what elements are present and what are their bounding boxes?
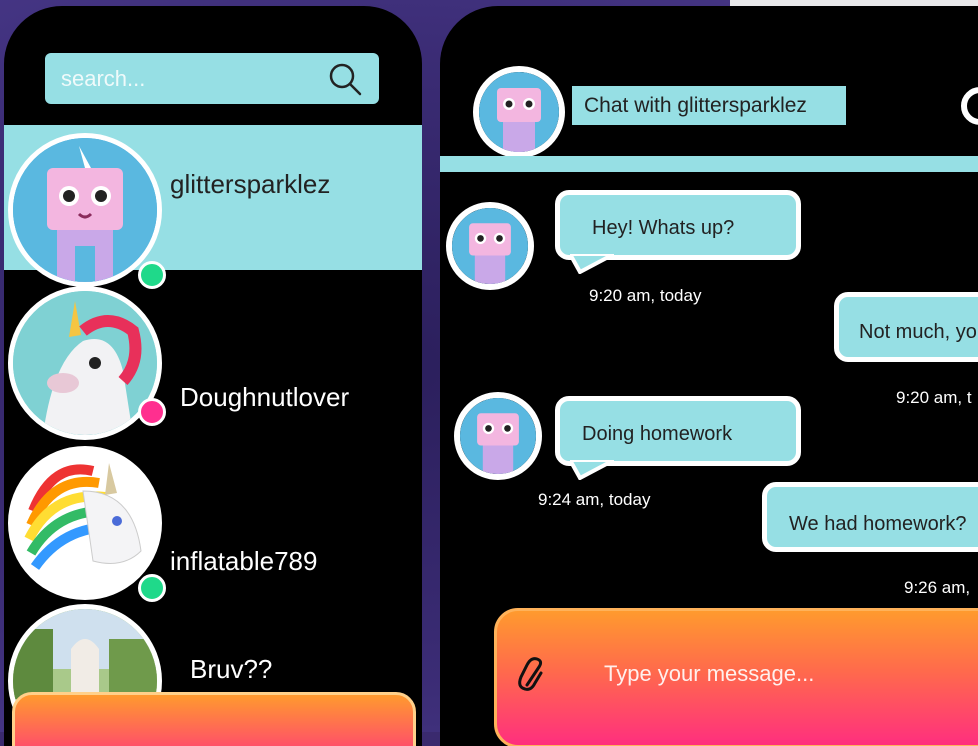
bubble-tail — [570, 254, 614, 274]
message-text: Not much, yo — [859, 321, 977, 343]
header-divider — [440, 156, 978, 172]
attachment-icon[interactable] — [517, 655, 551, 695]
message-avatar — [454, 392, 542, 480]
bubble-tail — [570, 460, 614, 480]
contact-name: Doughnutlover — [180, 382, 350, 412]
contact-name: inflatable789 — [170, 546, 318, 576]
message-bubble-received: Doing homework — [555, 396, 801, 466]
away-status-dot — [138, 398, 166, 426]
message-avatar — [446, 202, 534, 290]
chat-title: Chat with glittersparklez — [572, 86, 846, 125]
message-composer[interactable] — [494, 608, 978, 746]
message-time: 9:24 am, today — [538, 490, 651, 509]
search-input[interactable] — [59, 63, 303, 95]
message-time: 9:26 am, — [904, 578, 971, 597]
rainbow-unicorn-avatar — [8, 446, 162, 600]
message-time: 9:20 am, today — [589, 286, 702, 305]
chat-partner-avatar[interactable] — [473, 66, 565, 158]
search-icon[interactable] — [327, 61, 363, 97]
contact-item-doughnutlover[interactable]: Doughnutlover — [4, 284, 422, 440]
message-text: Doing homework — [582, 423, 733, 445]
chat-options-icon[interactable] — [960, 84, 978, 128]
contact-name: glittersparklez — [170, 169, 331, 199]
message-bubble-received: Hey! Whats up? — [555, 190, 801, 260]
message-bubble-sent: We had homework? — [762, 482, 978, 552]
message-bubble-sent: Not much, yo — [834, 292, 978, 362]
contact-item-inflatable789[interactable]: inflatable789 — [4, 444, 422, 602]
contact-name: Bruv?? — [190, 654, 273, 684]
sidebar-bottom-bar[interactable] — [12, 692, 416, 746]
message-time: 9:20 am, t — [896, 388, 972, 407]
contact-item-glittersparklez[interactable]: glittersparklez — [4, 125, 422, 289]
unikitty-avatar — [8, 133, 162, 287]
contacts-panel: glittersparklez Doughnutlover — [4, 6, 422, 746]
message-text: We had homework? — [789, 513, 967, 535]
message-text: Hey! Whats up? — [592, 217, 735, 239]
search-bar[interactable] — [45, 53, 379, 104]
online-status-dot — [138, 574, 166, 602]
message-input[interactable] — [602, 655, 966, 693]
chat-panel: Chat with glittersparklez Hey! Whats up?… — [440, 6, 978, 746]
